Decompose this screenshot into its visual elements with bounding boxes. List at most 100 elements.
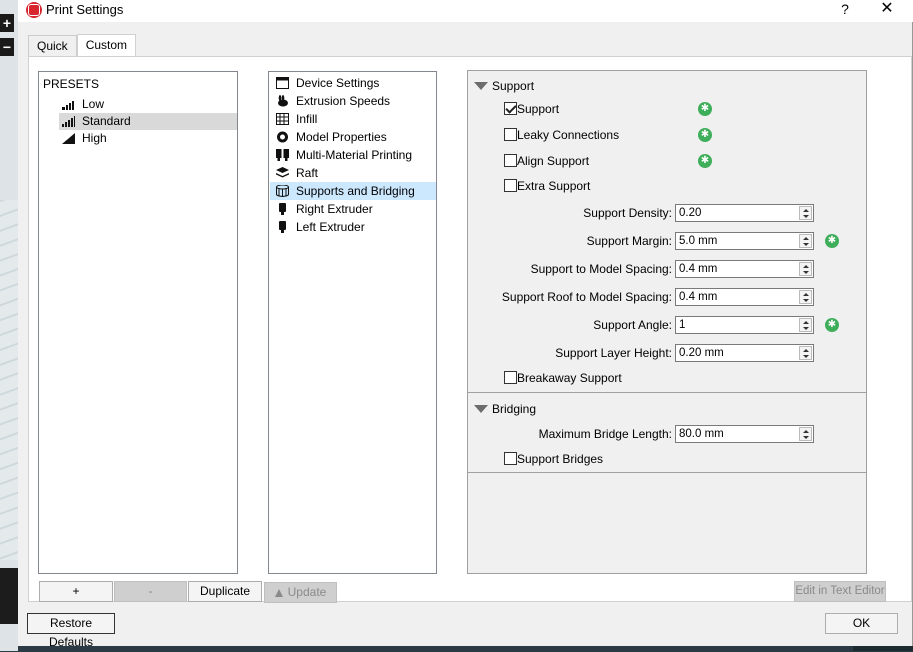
spin-up-icon[interactable] bbox=[803, 237, 809, 240]
spin-down-icon[interactable] bbox=[803, 299, 809, 302]
presets-list: PRESETS Low Standard High bbox=[38, 71, 238, 574]
tab-quick[interactable]: Quick bbox=[28, 35, 77, 57]
help-button[interactable]: ? bbox=[835, 0, 855, 18]
breakaway-support-checkbox[interactable] bbox=[504, 371, 517, 384]
category-label: Device Settings bbox=[296, 76, 380, 90]
preset-label: Standard bbox=[82, 114, 131, 128]
preset-label: Low bbox=[82, 97, 105, 111]
tab-bar: Quick Custom bbox=[28, 34, 137, 57]
spin-up-icon[interactable] bbox=[803, 349, 809, 352]
category-extrusion-speeds[interactable]: Extrusion Speeds bbox=[270, 92, 436, 110]
spin-down-icon[interactable] bbox=[803, 243, 809, 246]
support-angle-spinbox[interactable]: 1 bbox=[675, 316, 814, 334]
field-label: Support Density: bbox=[583, 206, 672, 220]
support-cylinder-icon bbox=[276, 185, 289, 197]
layers-icon bbox=[276, 167, 289, 178]
category-infill[interactable]: Infill bbox=[270, 110, 436, 128]
remove-preset-button[interactable]: - bbox=[114, 581, 187, 602]
spin-down-icon[interactable] bbox=[803, 327, 809, 330]
bridging-section-header[interactable]: Bridging bbox=[470, 397, 866, 419]
duplicate-preset-button[interactable]: Duplicate bbox=[188, 581, 262, 602]
modified-setting-icon bbox=[698, 153, 712, 168]
checkbox-label: Support Bridges bbox=[517, 452, 604, 466]
update-label: Update bbox=[287, 585, 327, 599]
spin-up-icon[interactable] bbox=[803, 265, 809, 268]
spin-arrows[interactable] bbox=[799, 346, 812, 360]
signal-standard-icon bbox=[62, 116, 75, 127]
background-banner bbox=[0, 568, 18, 624]
category-label: Left Extruder bbox=[296, 220, 365, 234]
support-section-header[interactable]: Support bbox=[470, 74, 866, 96]
zoom-out-icon: − bbox=[0, 38, 14, 56]
field-label: Support Roof to Model Spacing: bbox=[501, 290, 672, 304]
checkbox-label: Extra Support bbox=[517, 179, 591, 193]
support-model-spacing-spinbox[interactable]: 0.4 mm bbox=[675, 260, 814, 278]
spin-down-icon[interactable] bbox=[803, 355, 809, 358]
collapse-triangle-icon[interactable] bbox=[474, 82, 488, 90]
category-raft[interactable]: Raft bbox=[270, 164, 436, 182]
spin-arrows[interactable] bbox=[799, 290, 812, 304]
restore-defaults-button[interactable]: Restore Defaults bbox=[27, 613, 115, 649]
window-title: Print Settings bbox=[46, 2, 124, 17]
support-density-spinbox[interactable]: 0.20 bbox=[675, 204, 814, 222]
modified-setting-icon bbox=[698, 101, 712, 116]
collapse-triangle-icon[interactable] bbox=[474, 405, 488, 413]
spin-arrows[interactable] bbox=[799, 318, 812, 332]
modified-setting-icon bbox=[698, 127, 712, 142]
spin-arrows[interactable] bbox=[799, 262, 812, 276]
support-layer-height-spinbox[interactable]: 0.20 mm bbox=[675, 344, 814, 362]
spin-up-icon[interactable] bbox=[803, 430, 809, 433]
rabbit-icon bbox=[278, 95, 288, 107]
max-bridge-length-spinbox[interactable]: 80.0 mm bbox=[675, 425, 814, 443]
update-preset-button[interactable]: Update bbox=[264, 582, 337, 603]
spin-down-icon[interactable] bbox=[803, 271, 809, 274]
align-support-checkbox[interactable] bbox=[504, 154, 517, 167]
ok-button[interactable]: OK bbox=[825, 613, 898, 634]
support-bridges-checkbox[interactable] bbox=[504, 452, 517, 465]
category-left-extruder[interactable]: Left Extruder bbox=[270, 218, 436, 236]
spinbox-value: 80.0 mm bbox=[679, 428, 724, 440]
spin-up-icon[interactable] bbox=[803, 321, 809, 324]
category-device-settings[interactable]: Device Settings bbox=[270, 74, 436, 92]
preset-low[interactable]: Low bbox=[59, 96, 237, 113]
spin-arrows[interactable] bbox=[799, 234, 812, 248]
category-supports-and-bridging[interactable]: Supports and Bridging bbox=[270, 182, 436, 200]
preset-label: High bbox=[82, 131, 107, 145]
add-preset-button[interactable]: + bbox=[39, 581, 113, 602]
spinbox-value: 5.0 mm bbox=[679, 235, 718, 247]
preset-standard[interactable]: Standard bbox=[59, 113, 237, 130]
field-label: Support Angle: bbox=[593, 318, 672, 332]
category-label: Infill bbox=[296, 112, 318, 126]
tab-custom[interactable]: Custom bbox=[76, 34, 137, 57]
field-label: Support Layer Height: bbox=[555, 346, 672, 360]
presets-header: PRESETS bbox=[43, 77, 100, 91]
support-roof-spacing-spinbox[interactable]: 0.4 mm bbox=[675, 288, 814, 306]
spin-up-icon[interactable] bbox=[803, 209, 809, 212]
print-settings-dialog: Print Settings ? ✕ Quick Custom PRESETS … bbox=[18, 0, 913, 649]
spin-down-icon[interactable] bbox=[803, 215, 809, 218]
spin-arrows[interactable] bbox=[799, 206, 812, 220]
support-layer-height-row: Support Layer Height: bbox=[468, 344, 672, 362]
category-right-extruder[interactable]: Right Extruder bbox=[270, 200, 436, 218]
support-checkbox[interactable] bbox=[504, 102, 517, 115]
extra-support-checkbox[interactable] bbox=[504, 179, 517, 192]
field-label: Maximum Bridge Length: bbox=[538, 427, 672, 441]
spin-arrows[interactable] bbox=[799, 427, 812, 441]
checkbox-label: Breakaway Support bbox=[517, 371, 622, 385]
spin-down-icon[interactable] bbox=[803, 436, 809, 439]
support-roof-spacing-row: Support Roof to Model Spacing: bbox=[468, 288, 672, 306]
window-icon bbox=[276, 77, 289, 89]
category-label: Model Properties bbox=[296, 130, 387, 144]
supports-bridging-settings: Support Support Leaky Connections Align … bbox=[467, 70, 867, 574]
field-label: Support Margin: bbox=[586, 234, 672, 248]
support-margin-row: Support Margin: bbox=[468, 232, 672, 250]
edit-in-text-editor-button[interactable]: Edit in Text Editor bbox=[794, 581, 886, 602]
category-multi-material-printing[interactable]: Multi-Material Printing bbox=[270, 146, 436, 164]
category-model-properties[interactable]: Model Properties bbox=[270, 128, 436, 146]
support-margin-spinbox[interactable]: 5.0 mm bbox=[675, 232, 814, 250]
close-button[interactable]: ✕ bbox=[876, 0, 898, 18]
spin-up-icon[interactable] bbox=[803, 293, 809, 296]
leaky-connections-checkbox[interactable] bbox=[504, 128, 517, 141]
makerbot-logo-icon bbox=[26, 2, 42, 18]
preset-high[interactable]: High bbox=[59, 130, 237, 147]
